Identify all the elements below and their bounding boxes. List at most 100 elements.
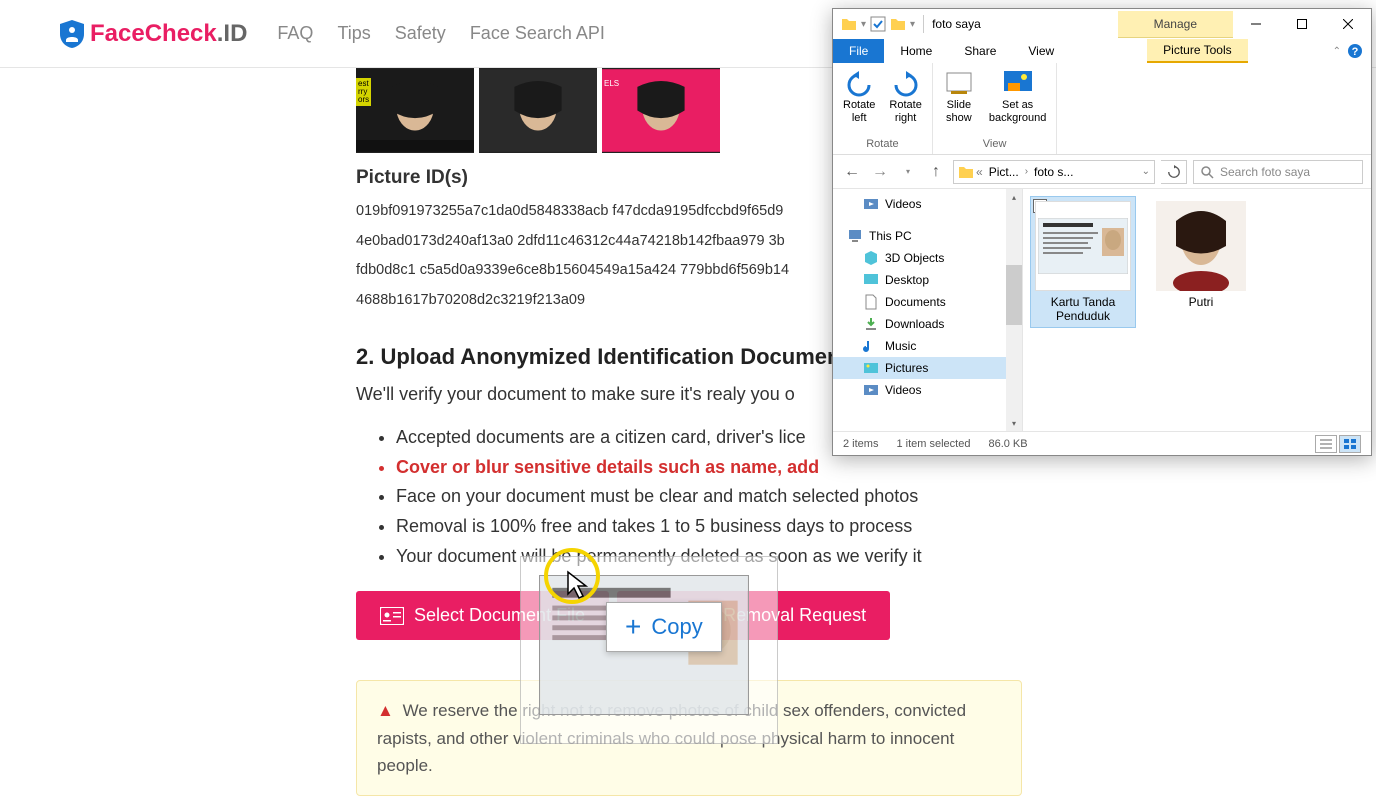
minimize-button[interactable] [1233, 9, 1279, 39]
breadcrumb-segment[interactable]: foto s... [1030, 165, 1077, 179]
file-item-selected[interactable]: ✓ Kartu Tanda Penduduk [1031, 197, 1135, 327]
rotate-left-button[interactable]: Rotate left [837, 67, 881, 136]
warning-alert: ▲ We reserve the right not to remove pho… [356, 680, 1022, 796]
file-thumbnail [1153, 201, 1249, 291]
pc-icon [847, 228, 863, 244]
tab-home[interactable]: Home [884, 39, 948, 63]
file-view[interactable]: ✓ Kartu Tanda Penduduk Putri [1023, 189, 1371, 431]
file-explorer-window: ▾ ▾ foto saya Manage File Home Share Vie… [832, 8, 1372, 456]
select-document-button[interactable]: Select Document File [356, 591, 609, 640]
desktop-icon [863, 272, 879, 288]
sidebar-item-3d-objects[interactable]: 3D Objects [833, 247, 1022, 269]
tab-picture-tools[interactable]: Picture Tools [1147, 39, 1247, 63]
file-name: Kartu Tanda Penduduk [1035, 295, 1131, 323]
alert-text: We reserve the right not to remove photo… [377, 701, 966, 774]
manage-tab[interactable]: Manage [1118, 11, 1233, 38]
thumbnails-view-button[interactable] [1339, 435, 1361, 453]
sidebar-item-downloads[interactable]: Downloads [833, 313, 1022, 335]
status-item-count: 2 items [843, 438, 878, 450]
thumbnail[interactable] [479, 68, 597, 153]
nav-faq[interactable]: FAQ [277, 23, 313, 44]
set-background-button[interactable]: Set as background [983, 67, 1053, 136]
sidebar-item-this-pc[interactable]: This PC [833, 225, 1022, 247]
nav-tips[interactable]: Tips [337, 23, 370, 44]
id-card-icon [380, 607, 404, 625]
rule-item-warning: Cover or blur sensitive details such as … [396, 453, 1046, 483]
video-icon [863, 196, 879, 212]
music-icon [863, 338, 879, 354]
tab-share[interactable]: Share [948, 39, 1012, 63]
group-label: View [937, 136, 1053, 152]
maximize-button[interactable] [1279, 9, 1325, 39]
rotate-right-button[interactable]: Rotate right [883, 67, 927, 136]
file-name: Putri [1153, 295, 1249, 309]
search-icon [1200, 165, 1214, 179]
group-label: Rotate [837, 136, 928, 152]
rule-item: Your document will be permanently delete… [396, 542, 1046, 572]
sidebar-scrollbar[interactable]: ▴ ▾ [1006, 189, 1022, 431]
breadcrumb-segment[interactable]: Pict... [985, 165, 1023, 179]
nav-recent-button[interactable]: ▾ [897, 161, 919, 183]
check-icon[interactable] [870, 16, 886, 32]
slideshow-icon [943, 69, 975, 97]
slideshow-button[interactable]: Slide show [937, 67, 981, 136]
shield-icon [60, 20, 84, 48]
tab-file[interactable]: File [833, 39, 884, 63]
document-icon [863, 294, 879, 310]
sidebar-item-documents[interactable]: Documents [833, 291, 1022, 313]
rotate-right-icon [890, 69, 922, 97]
close-button[interactable] [1325, 9, 1371, 39]
rule-item: Removal is 100% free and takes 1 to 5 bu… [396, 512, 1046, 542]
ribbon-tabs: File Home Share View Picture Tools ⌃ ? [833, 39, 1371, 63]
dropdown-icon[interactable]: ⌄ [1142, 166, 1150, 177]
logo-text-1: FaceCheck [90, 20, 217, 47]
sidebar-item-pictures[interactable]: Pictures [833, 357, 1022, 379]
download-icon [863, 316, 879, 332]
sidebar-item-music[interactable]: Music [833, 335, 1022, 357]
thumbnail[interactable]: ELS [602, 68, 720, 153]
file-item[interactable]: Putri [1149, 197, 1253, 313]
help-icon[interactable]: ? [1347, 43, 1363, 59]
refresh-button[interactable] [1161, 160, 1187, 184]
rule-item: Face on your document must be clear and … [396, 482, 1046, 512]
explorer-nav-bar: ← → ▾ ↑ « Pict... › foto s... ⌄ Search f… [833, 155, 1371, 189]
nav-back-button[interactable]: ← [841, 161, 863, 183]
nav-forward-button[interactable]: → [869, 161, 891, 183]
copy-label: Copy [651, 614, 702, 640]
main-nav: FAQ Tips Safety Face Search API [277, 23, 604, 44]
search-input[interactable]: Search foto saya [1193, 160, 1363, 184]
sidebar-item-desktop[interactable]: Desktop [833, 269, 1022, 291]
thumbnail[interactable]: estrryors [356, 68, 474, 153]
video-icon [863, 382, 879, 398]
nav-safety[interactable]: Safety [395, 23, 446, 44]
sidebar-item-videos[interactable]: Videos [833, 193, 1022, 215]
details-view-button[interactable] [1315, 435, 1337, 453]
quick-access-toolbar: ▾ ▾ [841, 16, 915, 32]
rotate-left-icon [843, 69, 875, 97]
tab-view[interactable]: View [1012, 39, 1070, 63]
explorer-sidebar: Videos This PC 3D Objects Desktop Docume… [833, 189, 1023, 431]
folder-icon [841, 16, 857, 32]
logo[interactable]: FaceCheck.ID [60, 20, 247, 48]
warning-icon: ▲ [377, 701, 394, 720]
nav-api[interactable]: Face Search API [470, 23, 605, 44]
copy-tooltip: + Copy [606, 602, 722, 652]
status-selected-count: 1 item selected [896, 438, 970, 450]
explorer-titlebar[interactable]: ▾ ▾ foto saya Manage [833, 9, 1371, 39]
dropdown-icon[interactable]: ▾ [910, 19, 915, 30]
explorer-body: Videos This PC 3D Objects Desktop Docume… [833, 189, 1371, 431]
address-bar[interactable]: « Pict... › foto s... ⌄ [953, 160, 1155, 184]
sidebar-item-videos[interactable]: Videos [833, 379, 1022, 401]
status-file-size: 86.0 KB [988, 438, 1027, 450]
nav-up-button[interactable]: ↑ [925, 161, 947, 183]
cube-icon [863, 250, 879, 266]
plus-icon: + [625, 611, 641, 643]
folder-icon[interactable] [890, 16, 906, 32]
dropdown-icon[interactable]: ▾ [861, 19, 866, 30]
svg-text:?: ? [1352, 46, 1359, 58]
logo-text-2: .ID [217, 20, 248, 47]
ribbon: Rotate left Rotate right Rotate Slide sh… [833, 63, 1371, 155]
window-title: foto saya [932, 17, 981, 31]
collapse-ribbon-icon[interactable]: ⌃ [1333, 46, 1341, 57]
pictures-icon [863, 360, 879, 376]
